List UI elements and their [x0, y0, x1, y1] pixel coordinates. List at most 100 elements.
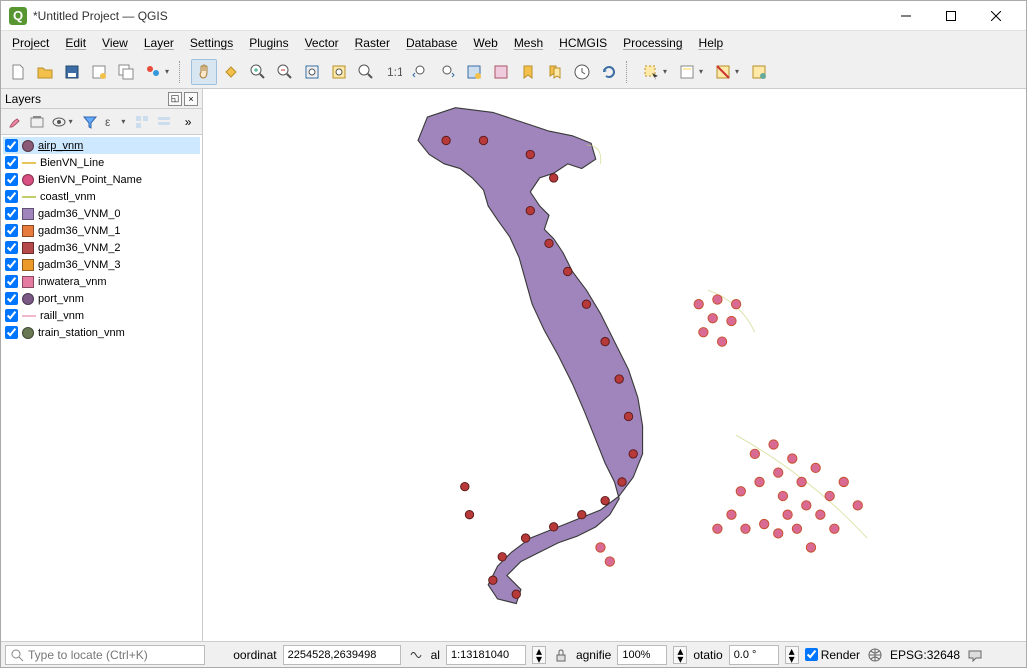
zoom-to-selection-button[interactable]: [326, 59, 352, 85]
add-group-button[interactable]: [27, 111, 47, 133]
layer-row-gadm36_VNM_2[interactable]: gadm36_VNM_2: [3, 239, 200, 256]
rotation-input[interactable]: [729, 645, 779, 665]
layer-visibility-checkbox[interactable]: [5, 173, 18, 186]
layer-visibility-checkbox[interactable]: [5, 190, 18, 203]
refresh-button[interactable]: [596, 59, 622, 85]
layer-visibility-checkbox[interactable]: [5, 241, 18, 254]
new-map-view-button[interactable]: [461, 59, 487, 85]
manage-visibility-button[interactable]: [49, 111, 69, 133]
style-dropdown-icon[interactable]: ▾: [165, 67, 175, 76]
hand-icon: [195, 63, 213, 81]
layer-row-gadm36_VNM_3[interactable]: gadm36_VNM_3: [3, 256, 200, 273]
rotation-spinner[interactable]: ▴▾: [785, 646, 799, 664]
menu-vector[interactable]: Vector: [298, 34, 346, 52]
zoom-to-layer-button[interactable]: [353, 59, 379, 85]
layer-visibility-checkbox[interactable]: [5, 309, 18, 322]
magnifier-spinner[interactable]: ▴▾: [673, 646, 687, 664]
menu-database[interactable]: Database: [399, 34, 464, 52]
zoom-native-button[interactable]: 1:1: [380, 59, 406, 85]
render-checkbox[interactable]: [805, 648, 818, 661]
scale-lock-button[interactable]: [552, 646, 570, 664]
select-value-dropdown-icon[interactable]: ▾: [699, 67, 709, 76]
menu-processing[interactable]: Processing: [616, 34, 689, 52]
new-bookmark-button[interactable]: [515, 59, 541, 85]
filter-expression-button[interactable]: ε: [102, 111, 122, 133]
new-project-button[interactable]: [5, 59, 31, 85]
menu-view[interactable]: View: [95, 34, 135, 52]
expand-all-button[interactable]: [132, 111, 152, 133]
zoom-last-button[interactable]: [407, 59, 433, 85]
layer-visibility-checkbox[interactable]: [5, 139, 18, 152]
zoom-next-button[interactable]: [434, 59, 460, 85]
layer-row-port_vnm[interactable]: port_vnm: [3, 290, 200, 307]
map-canvas[interactable]: [203, 89, 1026, 641]
layer-row-coastl_vnm[interactable]: coastl_vnm: [3, 188, 200, 205]
zoom-out-button[interactable]: [272, 59, 298, 85]
scale-input[interactable]: [446, 645, 526, 665]
expression-dropdown-icon[interactable]: ▾: [121, 117, 130, 126]
layer-row-inwatera_vnm[interactable]: inwatera_vnm: [3, 273, 200, 290]
select-all-button[interactable]: [746, 59, 772, 85]
select-features-button[interactable]: [638, 59, 664, 85]
layer-visibility-checkbox[interactable]: [5, 326, 18, 339]
layer-visibility-checkbox[interactable]: [5, 292, 18, 305]
layer-visibility-checkbox[interactable]: [5, 258, 18, 271]
menu-settings[interactable]: Settings: [183, 34, 240, 52]
panel-undock-button[interactable]: ◱: [168, 92, 182, 106]
messages-button[interactable]: [966, 646, 984, 664]
render-toggle[interactable]: Render: [805, 648, 860, 662]
close-button[interactable]: [973, 2, 1018, 30]
layer-styling-button[interactable]: [5, 111, 25, 133]
open-project-button[interactable]: [32, 59, 58, 85]
layer-visibility-checkbox[interactable]: [5, 275, 18, 288]
filter-legend-button[interactable]: [80, 111, 100, 133]
layer-row-train_station_vnm[interactable]: train_station_vnm: [3, 324, 200, 341]
new-print-layout-button[interactable]: [86, 59, 112, 85]
menu-plugins[interactable]: Plugins: [242, 34, 295, 52]
save-project-button[interactable]: [59, 59, 85, 85]
temporal-controller-button[interactable]: [569, 59, 595, 85]
pan-to-selection-button[interactable]: [218, 59, 244, 85]
layer-visibility-checkbox[interactable]: [5, 156, 18, 169]
search-icon: [10, 648, 24, 662]
deselect-button[interactable]: [710, 59, 736, 85]
coordinate-input[interactable]: [283, 645, 401, 665]
menu-project[interactable]: Project: [5, 34, 56, 52]
new-3d-view-button[interactable]: [488, 59, 514, 85]
scale-spinner[interactable]: ▴▾: [532, 646, 546, 664]
visibility-dropdown-icon[interactable]: ▾: [69, 117, 78, 126]
menu-raster[interactable]: Raster: [348, 34, 397, 52]
crs-button[interactable]: [866, 646, 884, 664]
toggle-extents-button[interactable]: [407, 646, 425, 664]
collapse-all-button[interactable]: [154, 111, 174, 133]
maximize-button[interactable]: [928, 2, 973, 30]
layer-row-raill_vnm[interactable]: raill_vnm: [3, 307, 200, 324]
magnifier-input[interactable]: [617, 645, 667, 665]
layer-visibility-checkbox[interactable]: [5, 207, 18, 220]
deselect-dropdown-icon[interactable]: ▾: [735, 67, 745, 76]
style-manager-button[interactable]: [140, 59, 166, 85]
layer-row-gadm36_VNM_0[interactable]: gadm36_VNM_0: [3, 205, 200, 222]
pan-button[interactable]: [191, 59, 217, 85]
panel-more-button[interactable]: »: [178, 111, 198, 133]
zoom-in-button[interactable]: [245, 59, 271, 85]
layer-row-BienVN_Point_Name[interactable]: BienVN_Point_Name: [3, 171, 200, 188]
menu-mesh[interactable]: Mesh: [507, 34, 550, 52]
layer-row-BienVN_Line[interactable]: BienVN_Line: [3, 154, 200, 171]
select-dropdown-icon[interactable]: ▾: [663, 67, 673, 76]
menu-web[interactable]: Web: [466, 34, 504, 52]
locator-input[interactable]: Type to locate (Ctrl+K): [5, 645, 205, 665]
layer-row-airp_vnm[interactable]: airp_vnm: [3, 137, 200, 154]
menu-layer[interactable]: Layer: [137, 34, 181, 52]
minimize-button[interactable]: [883, 2, 928, 30]
menu-help[interactable]: Help: [692, 34, 731, 52]
menu-edit[interactable]: Edit: [58, 34, 93, 52]
select-by-value-button[interactable]: [674, 59, 700, 85]
layer-row-gadm36_VNM_1[interactable]: gadm36_VNM_1: [3, 222, 200, 239]
layout-manager-button[interactable]: [113, 59, 139, 85]
menu-hcmgis[interactable]: HCMGIS: [552, 34, 614, 52]
layer-visibility-checkbox[interactable]: [5, 224, 18, 237]
show-bookmarks-button[interactable]: [542, 59, 568, 85]
panel-close-button[interactable]: ×: [184, 92, 198, 106]
zoom-full-button[interactable]: [299, 59, 325, 85]
